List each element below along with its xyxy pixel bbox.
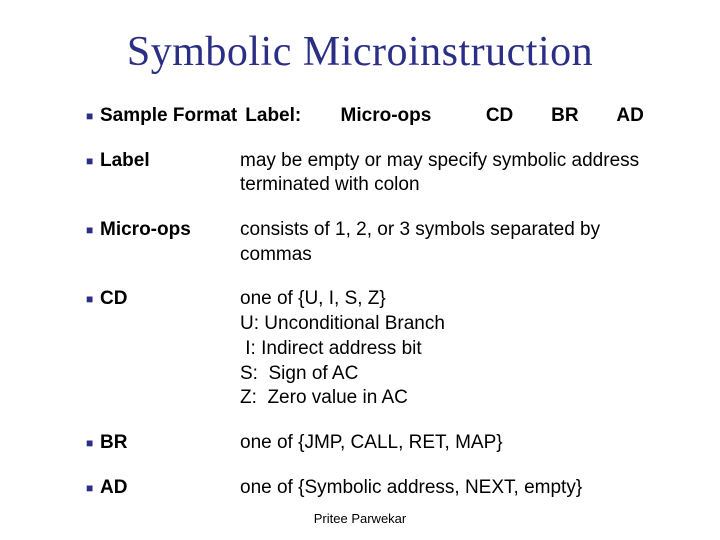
item-br: ■ BR one of {JMP, CALL, RET, MAP} — [86, 431, 670, 456]
term-label: Label — [100, 149, 240, 174]
cd-line4: S: Sign of AC — [240, 362, 670, 387]
desc-microops: consists of 1, 2, or 3 symbols separated… — [240, 218, 670, 267]
field-ad: AD — [616, 104, 643, 129]
item-ad: ■ AD one of {Symbolic address, NEXT, emp… — [86, 476, 670, 501]
slide-title: Symbolic Microinstruction — [50, 28, 670, 76]
cd-line5: Z: Zero value in AC — [240, 386, 670, 411]
item-microops: ■ Micro-ops consists of 1, 2, or 3 symbo… — [86, 218, 670, 267]
item-label: ■ Label may be empty or may specify symb… — [86, 149, 670, 198]
bullet-icon: ■ — [86, 476, 100, 497]
desc-cd: one of {U, I, S, Z} U: Unconditional Bra… — [240, 287, 670, 410]
term-br: BR — [100, 431, 240, 456]
item-cd: ■ CD one of {U, I, S, Z} U: Unconditiona… — [86, 287, 670, 410]
term-cd: CD — [100, 287, 240, 312]
term-ad: AD — [100, 476, 240, 501]
field-br: BR — [551, 104, 611, 129]
desc-label: may be empty or may specify symbolic add… — [240, 149, 670, 198]
slide: Symbolic Microinstruction ■ Sample Forma… — [0, 0, 720, 540]
field-label: Label: — [245, 104, 335, 129]
bullet-icon: ■ — [86, 104, 100, 125]
term-microops: Micro-ops — [100, 218, 240, 243]
bullet-icon: ■ — [86, 431, 100, 452]
sample-fields: Label: Micro-ops CD BR AD — [245, 104, 644, 129]
cd-line1: one of {U, I, S, Z} — [240, 287, 670, 312]
desc-ad: one of {Symbolic address, NEXT, empty} — [240, 476, 670, 501]
footer-author: Pritee Parwekar — [0, 511, 720, 526]
field-microops: Micro-ops — [341, 104, 481, 129]
slide-content: ■ Sample Format Label: Micro-ops CD BR A… — [50, 104, 670, 500]
sample-heading: Sample Format — [100, 104, 237, 129]
bullet-icon: ■ — [86, 287, 100, 308]
cd-line3: I: Indirect address bit — [240, 337, 670, 362]
bullet-icon: ■ — [86, 149, 100, 170]
sample-format-row: ■ Sample Format Label: Micro-ops CD BR A… — [86, 104, 670, 129]
field-cd: CD — [486, 104, 546, 129]
desc-br: one of {JMP, CALL, RET, MAP} — [240, 431, 670, 456]
cd-line2: U: Unconditional Branch — [240, 312, 670, 337]
bullet-icon: ■ — [86, 218, 100, 239]
